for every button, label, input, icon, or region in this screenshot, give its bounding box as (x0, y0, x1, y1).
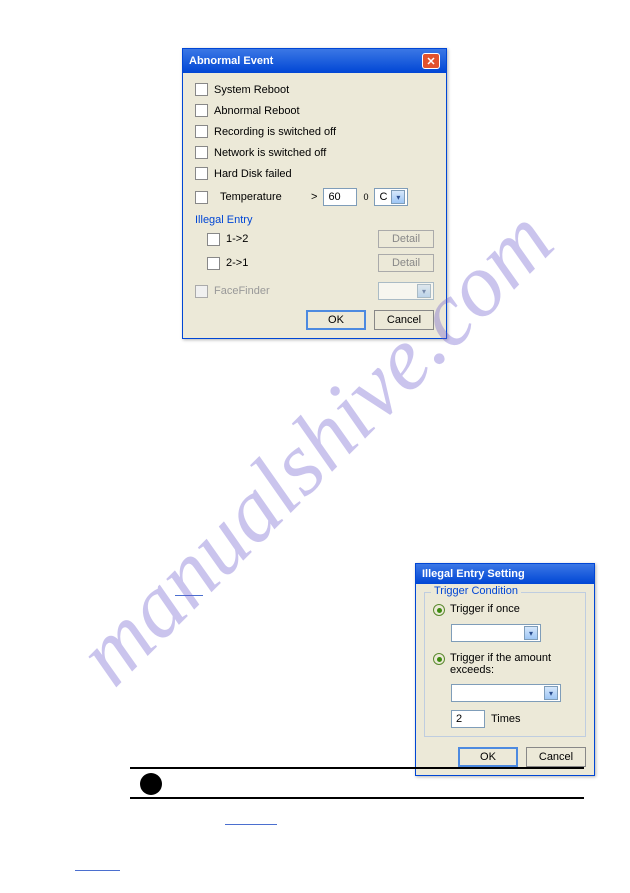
once-select[interactable]: ▾ (451, 624, 541, 642)
unit-value: C (379, 191, 387, 203)
link-underline (175, 595, 203, 596)
chevron-down-icon: ▾ (544, 686, 558, 700)
checkbox-label: 2->1 (226, 257, 248, 269)
ok-button[interactable]: OK (306, 310, 366, 330)
abnormal-event-dialog: Abnormal Event System Reboot Abnormal Re… (182, 48, 447, 339)
link-underline (75, 870, 120, 871)
dialog-body: System Reboot Abnormal Reboot Recording … (183, 73, 446, 338)
radio-label: Trigger if once (450, 603, 520, 615)
cancel-button[interactable]: Cancel (374, 310, 434, 330)
temperature-input[interactable] (323, 188, 357, 206)
chevron-down-icon: ▾ (417, 284, 431, 298)
facefinder-label: FaceFinder (214, 285, 270, 297)
checkbox-system-reboot[interactable]: System Reboot (195, 83, 434, 96)
link-underline (225, 824, 277, 825)
dialog-title: Abnormal Event (189, 55, 273, 67)
checkbox-label: Network is switched off (214, 147, 326, 159)
checkbox-label: System Reboot (214, 84, 289, 96)
trigger-condition-group: Trigger Condition Trigger if once ▾ Trig… (424, 592, 586, 737)
radio-icon (433, 653, 445, 665)
gt-label: > (311, 191, 317, 203)
detail-button-1[interactable]: Detail (378, 230, 434, 248)
titlebar[interactable]: Illegal Entry Setting (416, 564, 594, 584)
radio-trigger-amount[interactable]: Trigger if the amount exceeds: (433, 652, 577, 676)
checkbox-label: Recording is switched off (214, 126, 336, 138)
checkbox-label: Temperature (220, 191, 305, 203)
facefinder-select: ▾ (378, 282, 434, 300)
button-row: OK Cancel (195, 310, 434, 330)
group-title: Trigger Condition (431, 585, 521, 597)
divider-line (130, 767, 584, 769)
checkbox-label: Hard Disk failed (214, 168, 292, 180)
bullet-icon (140, 773, 162, 795)
checkbox-icon (195, 83, 208, 96)
radio-icon (433, 604, 445, 616)
illegal-entry-label: Illegal Entry (195, 214, 434, 226)
checkbox-temperature[interactable] (195, 191, 208, 204)
checkbox-network-off[interactable]: Network is switched off (195, 146, 434, 159)
amount-select[interactable]: ▾ (451, 684, 561, 702)
checkbox-abnormal-reboot[interactable]: Abnormal Reboot (195, 104, 434, 117)
checkbox-icon (195, 167, 208, 180)
radio-label: Trigger if the amount exceeds: (450, 652, 577, 676)
checkbox-1-2[interactable] (207, 233, 220, 246)
ok-button[interactable]: OK (458, 747, 518, 767)
checkbox-icon (195, 146, 208, 159)
detail-button-2[interactable]: Detail (378, 254, 434, 272)
divider-line (130, 797, 584, 799)
chevron-down-icon: ▾ (524, 626, 538, 640)
checkbox-hdd-failed[interactable]: Hard Disk failed (195, 167, 434, 180)
checkbox-recording-off[interactable]: Recording is switched off (195, 125, 434, 138)
unit-select[interactable]: C ▾ (374, 188, 408, 206)
radio-trigger-once[interactable]: Trigger if once (433, 603, 577, 616)
checkbox-temperature-row: Temperature > 0 C ▾ (195, 188, 434, 206)
checkbox-facefinder (195, 285, 208, 298)
checkbox-label: 1->2 (226, 233, 248, 245)
facefinder-row: FaceFinder ▾ (195, 282, 434, 300)
times-row: Times (451, 710, 577, 728)
checkbox-label: Abnormal Reboot (214, 105, 300, 117)
titlebar[interactable]: Abnormal Event (183, 49, 446, 73)
checkbox-icon (195, 104, 208, 117)
chevron-down-icon: ▾ (391, 190, 405, 204)
checkbox-icon (195, 125, 208, 138)
cancel-button[interactable]: Cancel (526, 747, 586, 767)
dialog-title: Illegal Entry Setting (422, 568, 525, 580)
close-icon (427, 57, 435, 65)
times-label: Times (491, 713, 521, 725)
illegal-entry-setting-dialog: Illegal Entry Setting Trigger Condition … (415, 563, 595, 776)
illegal-entry-row-1: 1->2 Detail (207, 230, 434, 248)
close-button[interactable] (422, 53, 440, 69)
times-input[interactable] (451, 710, 485, 728)
illegal-entry-row-2: 2->1 Detail (207, 254, 434, 272)
button-row: OK Cancel (416, 747, 594, 775)
checkbox-2-1[interactable] (207, 257, 220, 270)
degree-label: 0 (363, 192, 368, 202)
